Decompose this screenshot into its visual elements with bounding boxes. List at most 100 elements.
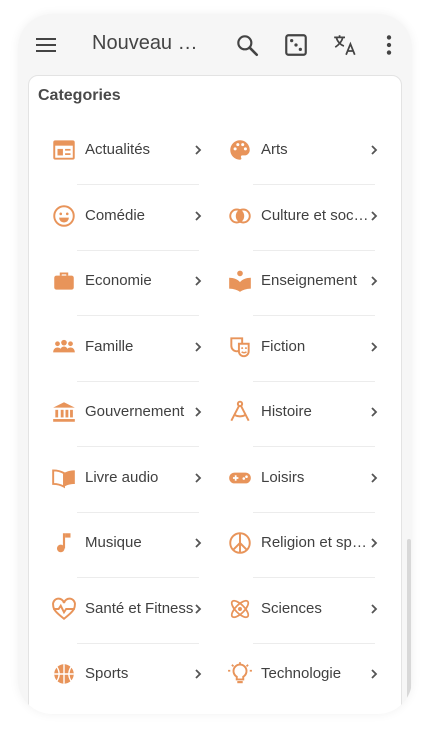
category-item[interactable]: Economie [43,263,219,319]
music-note-icon [56,533,71,553]
basketball-icon [54,664,74,684]
category-item[interactable]: Comédie [43,198,219,254]
divider [253,184,375,185]
heartbeat-icon [52,597,76,620]
category-label: Loisirs [261,468,305,486]
divider [253,315,375,316]
divider [77,249,199,251]
peace-icon [229,532,251,554]
briefcase-icon [54,272,74,290]
app-bar: Nouveau Podcasts [18,14,412,76]
chevron-right-icon [371,145,378,155]
category-label: Histoire [261,403,312,420]
chevron-right-icon [195,276,202,286]
category-label: Fiction [261,337,306,355]
category-item[interactable]: Histoire [219,394,395,450]
category-item[interactable]: Religion et spiritualité [219,525,395,581]
divider [77,184,199,185]
category-item[interactable]: Technologie [219,656,395,712]
chevron-right-icon [371,276,378,286]
divider [253,249,375,251]
family-icon [53,339,75,352]
category-item[interactable]: Actualités [43,132,219,188]
chevron-right-icon [195,407,202,417]
divider [253,446,375,447]
chevron-right-icon [371,407,378,417]
chevron-right-icon [195,210,202,221]
compass-icon [230,400,250,422]
categories-grid: Actualités Arts Comédie Culture et société E… [29,76,401,714]
section-title: Categories [38,87,121,104]
divider [253,511,375,513]
category-label: Sciences [261,599,322,617]
divider [253,642,375,644]
page-title: Nouveau Podcasts [92,32,210,54]
category-label: Sports [85,665,129,682]
bank-icon [53,402,75,422]
dice-icon[interactable] [283,32,309,58]
category-label: Livre audio [85,468,159,486]
scrollbar[interactable] [407,539,411,704]
category-label: Arts [261,141,288,158]
category-item[interactable]: Arts [219,132,395,188]
chevron-right-icon [195,472,202,483]
category-item[interactable]: Musique [43,525,219,581]
search-icon[interactable] [234,32,260,58]
phone-screen: Nouveau Podcasts Actualités Arts Comédie Cu… [18,14,412,714]
masks-icon [230,336,250,357]
chevron-right-icon [195,145,202,155]
circles-icon [229,208,251,223]
divider [77,511,199,513]
chevron-right-icon [195,341,202,352]
category-item[interactable]: Culture et société [219,198,395,254]
category-label: Santé et Fitness [85,599,194,617]
category-item[interactable]: Fiction [219,329,395,385]
chevron-right-icon [195,603,202,614]
category-label: Technologie [261,665,342,682]
category-item[interactable]: Gouvernement [43,394,219,450]
category-label: Famille [85,337,134,355]
category-item[interactable]: Famille [43,329,219,385]
chevron-right-icon [195,669,202,679]
category-item[interactable]: Loisirs [219,460,395,516]
gamepad-icon [229,472,251,483]
category-item[interactable]: Santé et Fitness [43,591,219,647]
divider [77,315,199,316]
divider [77,446,199,447]
category-item[interactable]: Enseignement [219,263,395,319]
newspaper-icon [53,140,75,160]
smiley-icon [53,204,75,227]
divider [77,642,199,644]
divider [253,380,375,382]
divider [77,577,199,578]
lightbulb-icon [228,662,252,684]
divider [253,577,375,578]
reading-icon [229,270,251,292]
categories-card: Actualités Arts Comédie Culture et société E… [28,75,402,714]
chevron-right-icon [195,538,202,548]
category-item[interactable]: Sports [43,656,219,712]
category-item[interactable]: Livre audio [43,460,219,516]
translate-icon[interactable] [332,32,358,58]
menu-icon[interactable] [34,33,58,57]
book-icon [52,468,75,488]
category-label: Enseignement [261,272,357,289]
category-label: Actualités [85,141,151,158]
category-label: Comédie [85,206,146,224]
chevron-right-icon [371,538,378,548]
chevron-right-icon [371,210,378,221]
atom-icon [230,599,250,618]
category-item[interactable]: Sciences [219,591,395,647]
category-label: Culture et société [261,206,370,224]
divider [77,380,199,382]
chevron-right-icon [371,341,378,352]
category-label: Musique [85,534,142,551]
palette-icon [230,140,250,160]
category-label: Economie [85,272,152,289]
chevron-right-icon [371,472,378,483]
more-vert-icon[interactable] [376,32,402,58]
category-label: Gouvernement [85,403,185,420]
category-label: Religion et spiritualité [261,534,370,551]
chevron-right-icon [371,669,378,679]
chevron-right-icon [371,603,378,614]
